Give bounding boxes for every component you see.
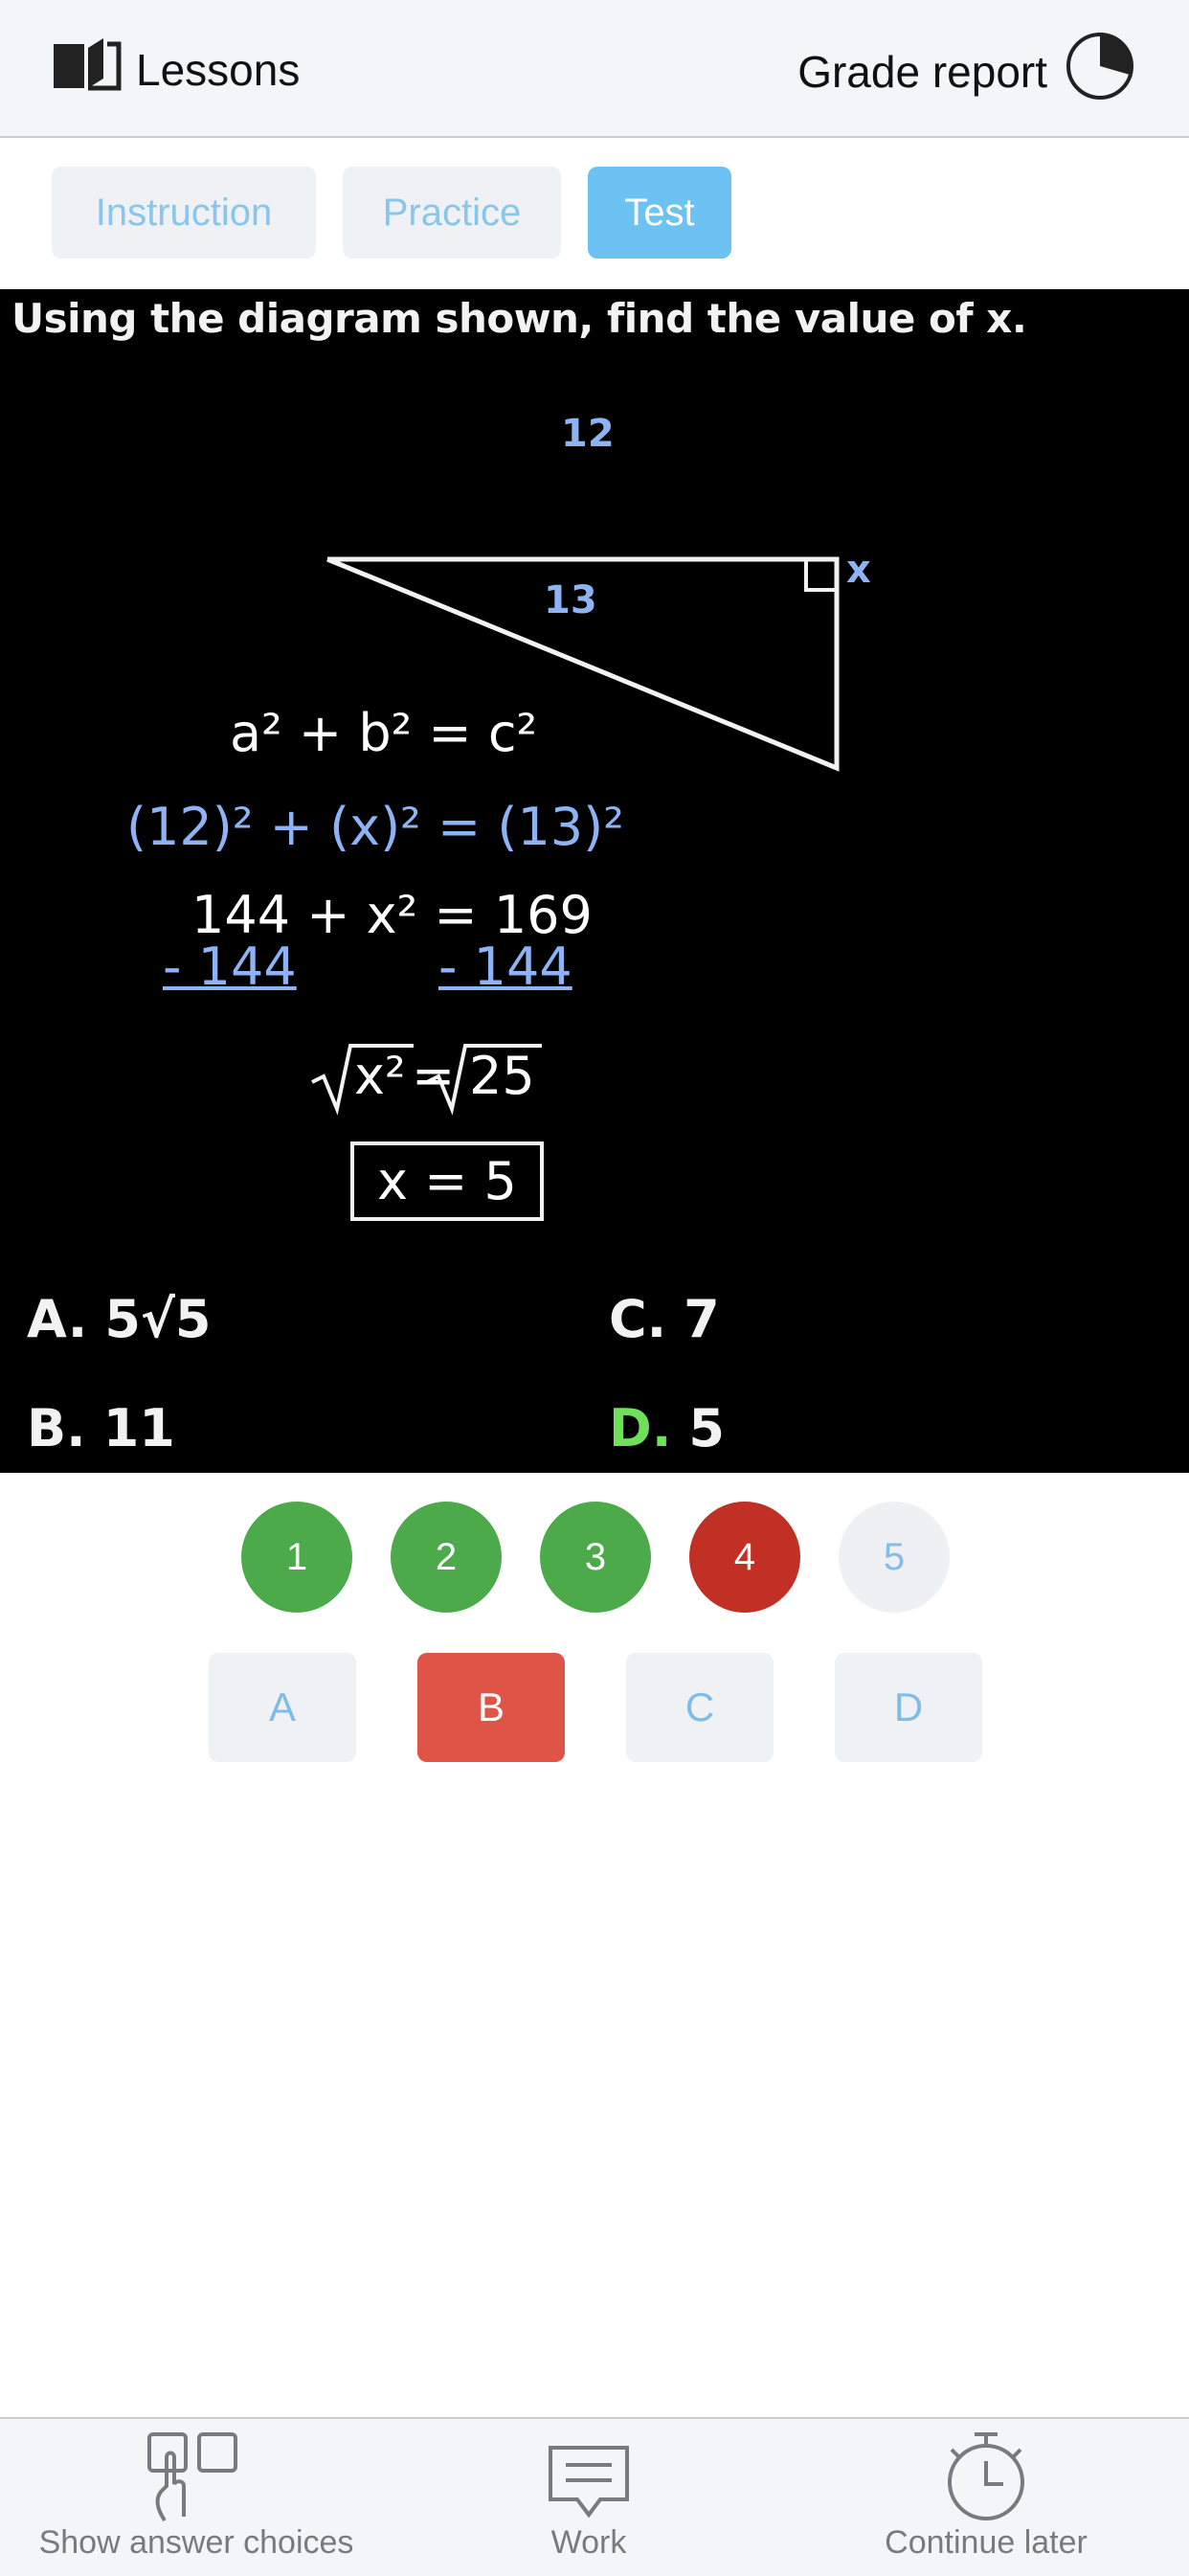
answer-b-value: 11 xyxy=(102,1398,175,1458)
choice-a-button[interactable]: A xyxy=(209,1653,356,1762)
question-number-5[interactable]: 5 xyxy=(839,1502,950,1613)
answer-c-letter: C. xyxy=(609,1289,667,1349)
answer-b: B. 11 xyxy=(27,1398,175,1458)
tab-practice[interactable]: Practice xyxy=(343,167,561,259)
bottom-toolbar: Show answer choices Work Continue later xyxy=(0,2417,1189,2576)
answer-a-letter: A. xyxy=(27,1289,88,1349)
work-line-4-right: 25 xyxy=(469,1046,535,1106)
answer-c-value: 7 xyxy=(684,1289,720,1349)
continue-later-label: Continue later xyxy=(885,2524,1088,2561)
pie-chart-icon xyxy=(1065,31,1135,112)
work-subtract-right: - 144 xyxy=(438,937,572,997)
answer-d-letter: D. xyxy=(609,1398,672,1458)
choice-b-button[interactable]: B xyxy=(417,1653,565,1762)
tap-choice-icon xyxy=(144,2429,249,2524)
top-bar: Lessons Grade report xyxy=(0,0,1189,138)
answer-choice-buttons: A B C D xyxy=(209,1653,982,1762)
grade-report-button[interactable]: Grade report xyxy=(797,31,1135,112)
work-line-2: (12)² + (x)² = (13)² xyxy=(126,797,624,857)
choice-d-button[interactable]: D xyxy=(835,1653,982,1762)
question-number-1[interactable]: 1 xyxy=(241,1502,352,1613)
question-number-3[interactable]: 3 xyxy=(540,1502,651,1613)
diagram-hypotenuse-label: 13 xyxy=(544,578,597,622)
work-subtract-left: - 144 xyxy=(163,937,297,997)
work-result-box: x = 5 xyxy=(350,1141,544,1221)
answer-a-value: 5√5 xyxy=(104,1289,212,1349)
section-tabs: Instruction Practice Test xyxy=(52,167,731,259)
answer-a: A. 5√5 xyxy=(27,1289,211,1349)
work-line-4-left: x² xyxy=(354,1046,406,1106)
comment-icon xyxy=(541,2429,637,2524)
book-icon xyxy=(50,34,123,104)
diagram-side-label: x xyxy=(846,548,871,592)
square-root-signs xyxy=(311,1044,542,1116)
question-number-2[interactable]: 2 xyxy=(391,1502,502,1613)
answer-d-value: 5 xyxy=(688,1398,725,1458)
answer-c: C. 7 xyxy=(609,1289,720,1349)
lessons-label: Lessons xyxy=(136,44,301,95)
question-navigator: 1 2 3 4 5 xyxy=(241,1502,950,1613)
choice-c-button[interactable]: C xyxy=(626,1653,774,1762)
work-label: Work xyxy=(550,2524,627,2561)
video-player[interactable]: Using the diagram shown, find the value … xyxy=(0,289,1189,1473)
question-number-4[interactable]: 4 xyxy=(689,1502,800,1613)
tab-test[interactable]: Test xyxy=(588,167,731,259)
answer-d: D. 5 xyxy=(609,1398,725,1458)
question-text: Using the diagram shown, find the value … xyxy=(11,295,1027,342)
show-answer-choices-label: Show answer choices xyxy=(38,2524,354,2561)
continue-later-button[interactable]: Continue later xyxy=(862,2429,1110,2562)
diagram-top-label: 12 xyxy=(561,412,615,456)
lessons-button[interactable]: Lessons xyxy=(50,34,300,104)
answer-b-letter: B. xyxy=(27,1398,86,1458)
work-button[interactable]: Work xyxy=(507,2429,670,2562)
stopwatch-icon xyxy=(938,2429,1034,2524)
grade-report-label: Grade report xyxy=(797,46,1047,97)
show-answer-choices-button[interactable]: Show answer choices xyxy=(29,2429,364,2562)
tab-instruction[interactable]: Instruction xyxy=(52,167,316,259)
work-line-1: a² + b² = c² xyxy=(230,703,538,763)
